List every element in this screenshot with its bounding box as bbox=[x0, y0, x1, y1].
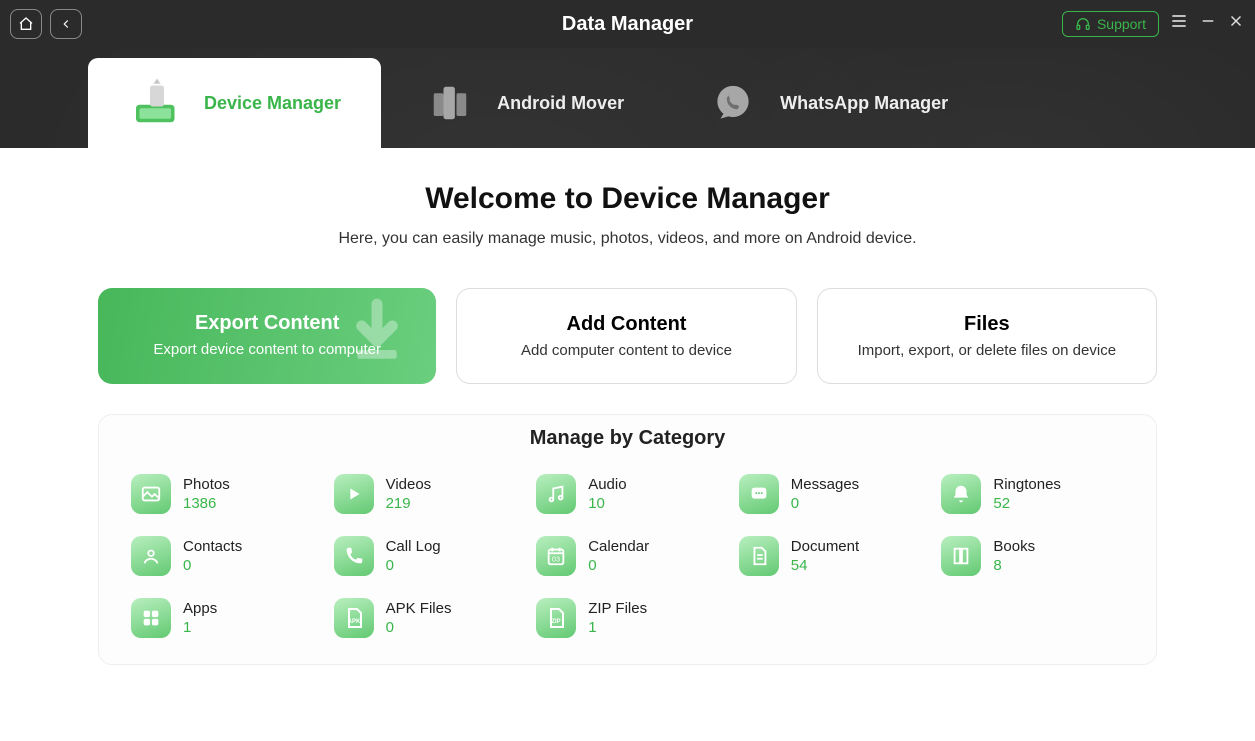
category-zip[interactable]: ZIP ZIP Files 1 bbox=[536, 598, 719, 638]
svg-text:ZIP: ZIP bbox=[552, 619, 561, 625]
document-icon bbox=[739, 536, 779, 576]
category-apps[interactable]: Apps 1 bbox=[131, 598, 314, 638]
books-icon bbox=[941, 536, 981, 576]
category-document[interactable]: Document 54 bbox=[739, 536, 922, 576]
item-count: 0 bbox=[791, 495, 859, 512]
files-card[interactable]: Files Import, export, or delete files on… bbox=[817, 288, 1157, 384]
item-count: 52 bbox=[993, 495, 1061, 512]
item-name: Call Log bbox=[386, 538, 441, 555]
item-count: 8 bbox=[993, 557, 1035, 574]
item-name: ZIP Files bbox=[588, 600, 647, 617]
apk-icon: APK bbox=[334, 598, 374, 638]
apps-icon bbox=[131, 598, 171, 638]
category-contacts[interactable]: Contacts 0 bbox=[131, 536, 314, 576]
action-cards: Export Content Export device content to … bbox=[98, 288, 1157, 384]
android-mover-icon bbox=[421, 74, 479, 132]
item-name: APK Files bbox=[386, 600, 452, 617]
home-icon bbox=[18, 16, 34, 32]
item-name: Ringtones bbox=[993, 476, 1061, 493]
chevron-left-icon bbox=[59, 17, 73, 31]
tab-label: WhatsApp Manager bbox=[780, 93, 948, 114]
category-panel-title: Manage by Category bbox=[99, 415, 1156, 456]
card-sub: Import, export, or delete files on devic… bbox=[834, 342, 1140, 359]
page-title: Welcome to Device Manager bbox=[98, 182, 1157, 216]
card-sub: Add computer content to device bbox=[473, 342, 779, 359]
calendar-icon: 03 bbox=[536, 536, 576, 576]
main-tabs: Device Manager Android Mover WhatsApp Ma… bbox=[0, 48, 1255, 148]
category-messages[interactable]: Messages 0 bbox=[739, 474, 922, 514]
photos-icon bbox=[131, 474, 171, 514]
item-count: 54 bbox=[791, 557, 859, 574]
item-count: 0 bbox=[183, 557, 242, 574]
item-count: 1386 bbox=[183, 495, 230, 512]
tab-android-mover[interactable]: Android Mover bbox=[381, 58, 664, 148]
support-label: Support bbox=[1097, 16, 1146, 32]
item-name: Audio bbox=[588, 476, 626, 493]
support-button[interactable]: Support bbox=[1062, 11, 1159, 37]
minimize-icon[interactable] bbox=[1199, 12, 1217, 36]
card-title: Files bbox=[834, 313, 1140, 336]
close-icon[interactable] bbox=[1227, 12, 1245, 36]
category-books[interactable]: Books 8 bbox=[941, 536, 1124, 576]
tab-whatsapp-manager[interactable]: WhatsApp Manager bbox=[664, 58, 988, 148]
svg-text:03: 03 bbox=[552, 555, 560, 564]
item-name: Videos bbox=[386, 476, 432, 493]
whatsapp-manager-icon bbox=[704, 74, 762, 132]
item-name: Contacts bbox=[183, 538, 242, 555]
back-button[interactable] bbox=[50, 9, 82, 39]
messages-icon bbox=[739, 474, 779, 514]
tab-label: Android Mover bbox=[497, 93, 624, 114]
item-count: 219 bbox=[386, 495, 432, 512]
item-count: 0 bbox=[588, 557, 649, 574]
item-name: Books bbox=[993, 538, 1035, 555]
title-bar: Data Manager Support bbox=[0, 0, 1255, 48]
menu-icon[interactable] bbox=[1169, 11, 1189, 37]
item-name: Photos bbox=[183, 476, 230, 493]
headset-icon bbox=[1075, 16, 1091, 32]
item-name: Apps bbox=[183, 600, 217, 617]
item-count: 10 bbox=[588, 495, 626, 512]
category-grid: Photos1386 Videos219 Audio10 Messages0 R… bbox=[99, 456, 1156, 664]
item-name: Document bbox=[791, 538, 859, 555]
card-title: Add Content bbox=[473, 313, 779, 336]
category-panel: Manage by Category Photos1386 Videos219 … bbox=[98, 414, 1157, 665]
category-calendar[interactable]: 03 Calendar 0 bbox=[536, 536, 719, 576]
category-apk[interactable]: APK APK Files 0 bbox=[334, 598, 517, 638]
contacts-icon bbox=[131, 536, 171, 576]
audio-icon bbox=[536, 474, 576, 514]
home-button[interactable] bbox=[10, 9, 42, 39]
tab-device-manager[interactable]: Device Manager bbox=[88, 58, 381, 148]
item-count: 0 bbox=[386, 619, 452, 636]
category-audio[interactable]: Audio 10 bbox=[536, 474, 719, 514]
main-content: Welcome to Device Manager Here, you can … bbox=[0, 148, 1255, 705]
export-content-card[interactable]: Export Content Export device content to … bbox=[98, 288, 436, 384]
ringtones-icon bbox=[941, 474, 981, 514]
category-photos[interactable]: Photos 1386 bbox=[131, 474, 314, 514]
device-manager-icon bbox=[128, 74, 186, 132]
item-name: Calendar bbox=[588, 538, 649, 555]
zip-icon: ZIP bbox=[536, 598, 576, 638]
svg-text:APK: APK bbox=[347, 619, 360, 625]
category-calllog[interactable]: Call Log 0 bbox=[334, 536, 517, 576]
item-count: 1 bbox=[183, 619, 217, 636]
tab-label: Device Manager bbox=[204, 93, 341, 114]
category-videos[interactable]: Videos 219 bbox=[334, 474, 517, 514]
item-count: 0 bbox=[386, 557, 441, 574]
item-name: Messages bbox=[791, 476, 859, 493]
item-count: 1 bbox=[588, 619, 647, 636]
download-arrow-icon bbox=[342, 298, 412, 368]
category-ringtones[interactable]: Ringtones 52 bbox=[941, 474, 1124, 514]
videos-icon bbox=[334, 474, 374, 514]
calllog-icon bbox=[334, 536, 374, 576]
add-content-card[interactable]: Add Content Add computer content to devi… bbox=[456, 288, 796, 384]
page-subtitle: Here, you can easily manage music, photo… bbox=[98, 230, 1157, 248]
